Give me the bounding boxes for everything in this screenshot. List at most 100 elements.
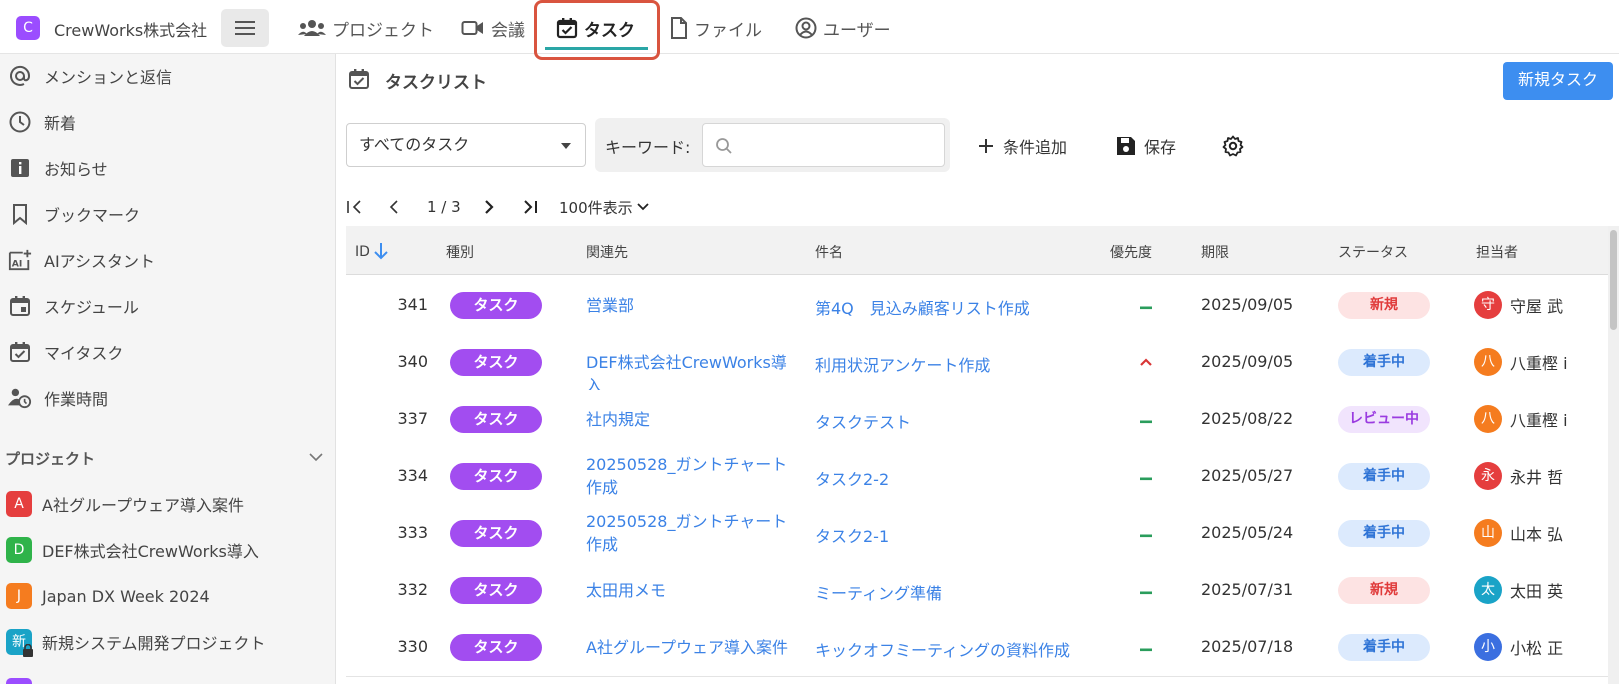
hamburger-menu-button[interactable]	[221, 9, 269, 47]
status-badge: 着手中	[1338, 520, 1430, 547]
sidebar-item-my-tasks[interactable]: マイタスク	[0, 332, 336, 372]
status-badge: 着手中	[1338, 634, 1430, 661]
column-header-id[interactable]: ID	[355, 242, 389, 260]
settings-button[interactable]	[1222, 131, 1244, 161]
task-id: 341	[397, 295, 428, 314]
save-button[interactable]: 保存	[1116, 131, 1176, 161]
sidebar-item-ai-assistant[interactable]: AI AIアシスタント	[0, 240, 336, 280]
table-row[interactable]: 340 タスク DEF株式会社CrewWorks導入 利用状況アンケート作成 2025/…	[346, 333, 1619, 395]
task-subject-link[interactable]: ミーティング準備	[815, 580, 942, 604]
table-row[interactable]: 334 タスク 20250528_ガントチャート作成 タスク2-2 2025/05/27…	[346, 447, 1619, 506]
assignee[interactable]: 守守屋 武	[1474, 291, 1563, 319]
add-condition-button[interactable]: 条件追加	[977, 131, 1067, 161]
search-icon	[716, 138, 732, 154]
column-header-status[interactable]: ステータス	[1338, 242, 1408, 262]
assignee[interactable]: 八八重樫 i	[1474, 348, 1568, 376]
brand-logo[interactable]: C	[16, 16, 40, 40]
related-link[interactable]: 太田用メモ	[586, 579, 801, 602]
gear-icon	[1222, 135, 1244, 157]
table-row[interactable]: 337 タスク 社内規定 タスクテスト 2025/08/22 レビュー中 八八重樫 i	[346, 390, 1619, 449]
table-row[interactable]: 333 タスク 20250528_ガントチャート作成 タスク2-1 2025/05/24…	[346, 504, 1619, 563]
related-link[interactable]: 20250528_ガントチャート作成	[586, 510, 801, 556]
table-row[interactable]: 330 タスク A社グループウェア導入案件 キックオフミーティングの資料作成 2025/…	[346, 618, 1619, 677]
task-type-badge: タスク	[450, 634, 542, 661]
chevron-right-icon	[485, 200, 494, 214]
sidebar-project-a[interactable]: A A社グループウェア導入案件	[0, 486, 336, 522]
task-subject-link[interactable]: キックオフミーティングの資料作成	[815, 637, 1070, 661]
tab-meetings[interactable]: 会議	[461, 14, 525, 42]
main-content: タスクリスト 新規タスク すべてのタスク キーワード: 条件追加 保存 1 / …	[337, 54, 1619, 684]
task-id: 337	[397, 409, 428, 428]
related-link[interactable]: 社内規定	[586, 408, 801, 431]
ai-assistant-icon: AI	[8, 248, 32, 272]
column-header-subject[interactable]: 件名	[815, 242, 843, 262]
top-nav-bar: C CrewWorks株式会社 プロジェクト 会議 タスク ファイル ユーザー	[0, 0, 1619, 60]
sidebar-item-label: スケジュール	[44, 298, 139, 317]
related-link[interactable]: 20250528_ガントチャート作成	[586, 453, 801, 499]
page-title: タスクリスト	[385, 73, 487, 93]
assignee[interactable]: 八八重樫 i	[1474, 405, 1568, 433]
assignee[interactable]: 小小松 正	[1474, 633, 1563, 661]
chevron-down-icon[interactable]	[308, 452, 324, 462]
column-header-related[interactable]: 関連先	[586, 242, 628, 262]
tab-projects-label: プロジェクト	[332, 20, 434, 41]
task-subject-link[interactable]: タスク2-1	[815, 523, 889, 547]
column-header-assignee[interactable]: 担当者	[1476, 242, 1518, 262]
priority-high-icon	[1126, 351, 1166, 372]
tab-users-label: ユーザー	[823, 20, 891, 41]
info-icon	[8, 156, 32, 180]
last-page-button[interactable]	[521, 192, 539, 222]
new-task-button[interactable]: 新規タスク	[1503, 62, 1613, 100]
sidebar-project-new-system[interactable]: 新 新規システム開発プロジェクト	[0, 624, 336, 660]
related-link[interactable]: A社グループウェア導入案件	[586, 636, 801, 659]
assignee[interactable]: 太太田 英	[1474, 576, 1563, 604]
task-id: 332	[397, 580, 428, 599]
assignee-name: 守屋 武	[1510, 297, 1564, 316]
assignee[interactable]: 山山本 弘	[1474, 519, 1563, 547]
column-header-priority[interactable]: 優先度	[1110, 242, 1152, 262]
sidebar-project-def[interactable]: D DEF株式会社CrewWorks導入	[0, 532, 336, 568]
task-subject-link[interactable]: 第4Q 見込み顧客リスト作成	[815, 295, 1030, 319]
tab-users[interactable]: ユーザー	[795, 14, 891, 42]
keyword-input[interactable]	[702, 123, 945, 167]
add-condition-label: 条件追加	[1003, 138, 1068, 157]
sidebar-item-label: AIアシスタント	[44, 252, 156, 271]
related-link[interactable]: 営業部	[586, 294, 801, 317]
first-page-button[interactable]	[346, 192, 364, 222]
assignee[interactable]: 永永井 哲	[1474, 462, 1563, 490]
sidebar-item-notices[interactable]: お知らせ	[0, 148, 336, 188]
sidebar-item-bookmarks[interactable]: ブックマーク	[0, 194, 336, 234]
priority-normal-icon	[1126, 294, 1166, 315]
table-row[interactable]: 332 タスク 太田用メモ ミーティング準備 2025/07/31 新規 太太田 英	[346, 561, 1619, 620]
priority-normal-icon	[1126, 579, 1166, 600]
tab-files[interactable]: ファイル	[670, 14, 762, 42]
assignee-name: 小松 正	[1510, 639, 1564, 658]
sidebar-item-new[interactable]: 新着	[0, 102, 336, 142]
brand-name[interactable]: CrewWorks株式会社	[54, 17, 207, 41]
next-page-button[interactable]	[482, 192, 496, 222]
column-header-due[interactable]: 期限	[1201, 242, 1229, 262]
prev-page-button[interactable]	[387, 192, 401, 222]
task-type-badge: タスク	[450, 292, 542, 319]
task-subject-link[interactable]: タスクテスト	[815, 409, 911, 433]
scrollbar-thumb[interactable]	[1610, 230, 1617, 330]
task-subject-link[interactable]: 利用状況アンケート作成	[815, 352, 990, 376]
caret-down-icon	[561, 143, 571, 149]
keyword-search: キーワード:	[595, 118, 950, 172]
per-page-select[interactable]: 100件表示	[559, 192, 649, 222]
task-type-badge: タスク	[450, 520, 542, 547]
sidebar-item-mentions[interactable]: メンションと返信	[0, 56, 336, 96]
tab-projects[interactable]: プロジェクト	[298, 14, 434, 42]
sidebar-item-schedule[interactable]: スケジュール	[0, 286, 336, 326]
task-subject-link[interactable]: タスク2-2	[815, 466, 889, 490]
due-date: 2025/07/18	[1201, 637, 1294, 656]
svg-text:AI: AI	[12, 258, 23, 269]
column-header-type[interactable]: 種別	[446, 242, 474, 262]
sidebar-item-work-time[interactable]: 作業時間	[0, 378, 336, 418]
task-filter-select[interactable]: すべてのタスク	[346, 123, 586, 167]
last-page-icon	[524, 200, 537, 214]
sidebar-project-japan-dx[interactable]: J Japan DX Week 2024	[0, 578, 336, 614]
table-row[interactable]: 341 タスク 営業部 第4Q 見込み顧客リスト作成 2025/09/05 新規 守守屋 武	[346, 276, 1619, 335]
table-scrollbar[interactable]	[1608, 226, 1619, 684]
avatar: 小	[1474, 633, 1502, 661]
